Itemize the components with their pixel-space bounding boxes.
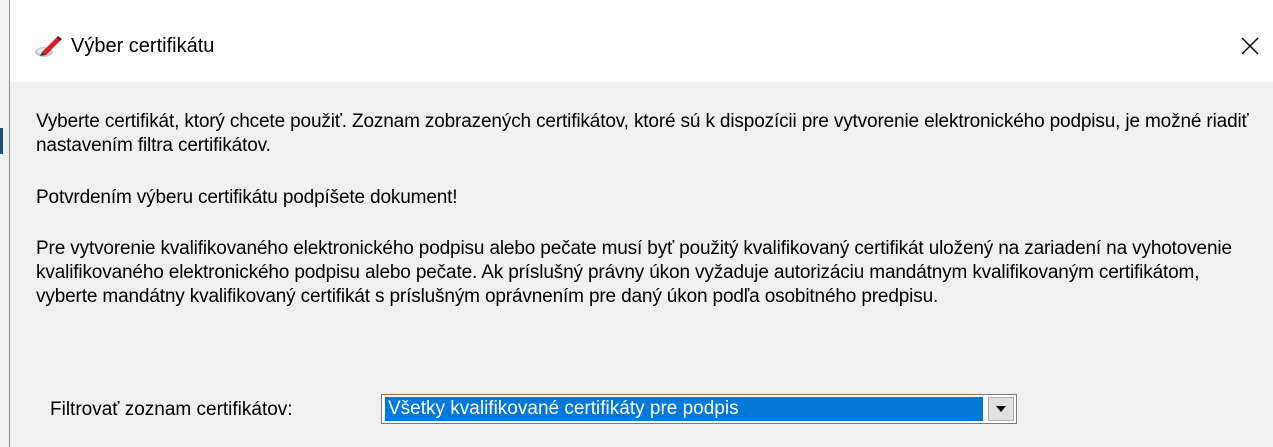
close-button[interactable] bbox=[1226, 22, 1273, 70]
qualified-signature-info-text: Pre vytvorenie kvalifikovaného elektroni… bbox=[36, 238, 1232, 307]
close-icon bbox=[1241, 37, 1259, 55]
dropdown-arrow-button[interactable] bbox=[988, 397, 1014, 421]
pen-certificate-icon bbox=[34, 35, 64, 59]
certificate-filter-dropdown[interactable]: Všetky kvalifikované certifikáty pre pod… bbox=[381, 394, 1017, 424]
certificate-selection-dialog: Výber certifikátu Vyberte certifikát, kt… bbox=[9, 0, 1273, 447]
instruction-text: Vyberte certifikát, ktorý chcete použiť.… bbox=[36, 111, 1249, 156]
chevron-down-icon bbox=[996, 406, 1006, 412]
background-window-edge bbox=[0, 128, 3, 154]
certificate-filter-selected-value[interactable]: Všetky kvalifikované certifikáty pre pod… bbox=[385, 397, 983, 421]
title-bar: Výber certifikátu bbox=[10, 0, 1273, 82]
filter-label: Filtrovať zoznam certifikátov: bbox=[50, 399, 293, 420]
dialog-content: Vyberte certifikát, ktorý chcete použiť.… bbox=[10, 82, 1273, 447]
confirmation-warning-text: Potvrdením výberu certifikátu podpíšete … bbox=[36, 187, 458, 208]
dialog-title: Výber certifikátu bbox=[71, 35, 215, 57]
